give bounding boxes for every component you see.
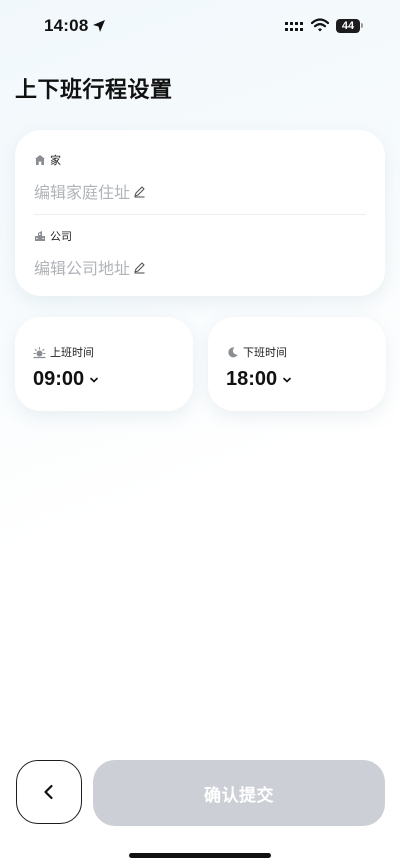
chevron-down-icon <box>283 377 291 382</box>
battery-level: 44 <box>336 18 360 33</box>
edit-icon <box>134 185 145 198</box>
end-time-label: 下班时间 <box>243 346 287 359</box>
end-time-value: 18:00 <box>226 368 278 390</box>
chevron-down-icon <box>90 377 98 382</box>
start-time-label-row: 上班时间 <box>33 344 94 360</box>
moon-icon <box>228 346 238 357</box>
company-icon <box>35 231 45 241</box>
home-label-row: 家 <box>34 152 366 168</box>
company-address-field[interactable]: 编辑公司地址 <box>34 255 366 279</box>
home-address-placeholder: 编辑家庭住址 <box>34 183 131 202</box>
wifi-icon <box>311 18 329 32</box>
chevron-left-icon <box>44 784 53 800</box>
start-time-label: 上班时间 <box>50 346 94 359</box>
home-label: 家 <box>50 154 61 167</box>
company-label: 公司 <box>50 230 72 243</box>
home-address-row[interactable]: 家 编辑家庭住址 <box>34 152 366 203</box>
end-time-label-row: 下班时间 <box>226 344 287 360</box>
battery-indicator: 44 <box>336 18 364 33</box>
home-icon <box>35 155 45 165</box>
submit-button[interactable]: 确认提交 <box>93 760 385 826</box>
back-button[interactable] <box>16 760 82 824</box>
battery-tip <box>361 23 363 28</box>
card-divider <box>34 214 366 215</box>
company-address-placeholder: 编辑公司地址 <box>34 259 131 278</box>
company-label-row: 公司 <box>34 228 366 244</box>
location-arrow-icon <box>93 20 105 32</box>
cellular-signal-icon <box>285 22 303 31</box>
start-time-card[interactable]: 上班时间 09:00 <box>15 317 193 411</box>
edit-icon <box>134 261 145 274</box>
company-address-row[interactable]: 公司 编辑公司地址 <box>34 228 366 279</box>
home-address-field[interactable]: 编辑家庭住址 <box>34 179 366 203</box>
end-time-selector[interactable]: 18:00 <box>226 368 292 391</box>
end-time-card[interactable]: 下班时间 18:00 <box>208 317 386 411</box>
page-title: 上下班行程设置 <box>15 78 173 103</box>
home-indicator[interactable] <box>129 853 271 858</box>
status-bar: 14:08 44 <box>0 0 400 54</box>
start-time-selector[interactable]: 09:00 <box>33 368 99 391</box>
address-card: 家 编辑家庭住址 公司 编辑公司地址 <box>15 130 385 296</box>
start-time-value: 09:00 <box>33 368 85 390</box>
sunrise-icon <box>33 346 46 358</box>
status-time: 14:08 <box>44 16 89 35</box>
